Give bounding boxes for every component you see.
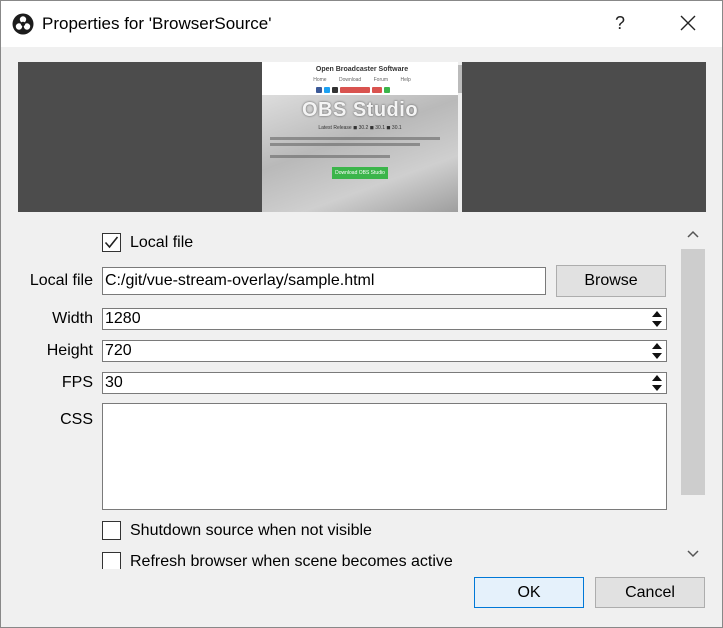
title-bar: Properties for 'BrowserSource' ? <box>1 1 722 47</box>
preview-text-line <box>270 155 390 158</box>
preview-download-button: Download OBS Studio <box>332 167 388 179</box>
shutdown-checkbox-label[interactable]: Shutdown source when not visible <box>130 522 372 540</box>
shutdown-checkbox[interactable] <box>102 521 121 540</box>
properties-form: Local file Local file C:/git/vue-stream-… <box>18 219 678 569</box>
height-spinbox[interactable]: 720 <box>102 340 667 362</box>
width-value: 1280 <box>105 310 141 327</box>
browser-preview: Open Broadcaster Software Home Download … <box>18 62 706 212</box>
local-file-label: Local file <box>29 272 93 289</box>
obs-icon <box>12 13 34 35</box>
preview-nav-forum: Forum <box>373 77 389 83</box>
checkmark-icon <box>104 236 119 249</box>
height-value: 720 <box>105 342 132 359</box>
browse-button[interactable]: Browse <box>556 265 666 297</box>
preview-text-line <box>270 137 440 140</box>
width-spinbox[interactable]: 1280 <box>102 308 667 330</box>
chevron-down-icon <box>687 550 699 558</box>
preview-text-line <box>270 143 420 146</box>
window-title: Properties for 'BrowserSource' <box>42 14 272 33</box>
fps-value: 30 <box>105 374 123 391</box>
scroll-up-button[interactable] <box>680 219 706 249</box>
width-label: Width <box>52 310 93 327</box>
preview-site-title: Open Broadcaster Software <box>315 66 409 73</box>
preview-scrollbar <box>458 62 462 212</box>
preview-brand: OBS Studio <box>301 99 419 121</box>
scrollbar-thumb[interactable] <box>681 249 705 495</box>
preview-social-badges <box>316 87 390 93</box>
ok-button[interactable]: OK <box>474 577 584 608</box>
close-button[interactable] <box>665 1 711 45</box>
preview-nav-home: Home <box>313 77 327 83</box>
local-file-input[interactable]: C:/git/vue-stream-overlay/sample.html <box>102 267 546 295</box>
preview-release-meta: Latest Release ◼ 30.2 ◼ 30.1 ◼ 30.1 <box>318 125 402 131</box>
local-file-checkbox[interactable] <box>102 233 121 252</box>
local-file-checkbox-label[interactable]: Local file <box>130 234 193 252</box>
fps-spinbox[interactable]: 30 <box>102 372 667 394</box>
spin-arrows-icon[interactable] <box>650 342 664 360</box>
preview-nav-help: Help <box>400 77 411 83</box>
height-label: Height <box>46 342 93 359</box>
help-button[interactable]: ? <box>597 1 643 45</box>
fps-label: FPS <box>61 374 93 391</box>
preview-nav: Home Download Forum Help <box>307 77 417 83</box>
cancel-button[interactable]: Cancel <box>595 577 705 608</box>
properties-dialog: Properties for 'BrowserSource' ? Open Br… <box>0 0 723 628</box>
scroll-down-button[interactable] <box>680 539 706 569</box>
spin-arrows-icon[interactable] <box>650 374 664 392</box>
css-label: CSS <box>60 411 93 428</box>
chevron-up-icon <box>687 230 699 238</box>
refresh-checkbox[interactable] <box>102 552 121 569</box>
preview-nav-download: Download <box>338 77 362 83</box>
close-icon <box>680 15 696 31</box>
form-scrollbar[interactable] <box>680 219 706 569</box>
preview-web-page: Open Broadcaster Software Home Download … <box>262 62 462 212</box>
spin-arrows-icon[interactable] <box>650 310 664 328</box>
preview-hero: OBS Studio Latest Release ◼ 30.2 ◼ 30.1 … <box>262 95 458 212</box>
css-textarea[interactable] <box>102 403 667 510</box>
refresh-checkbox-label[interactable]: Refresh browser when scene becomes activ… <box>130 553 453 569</box>
